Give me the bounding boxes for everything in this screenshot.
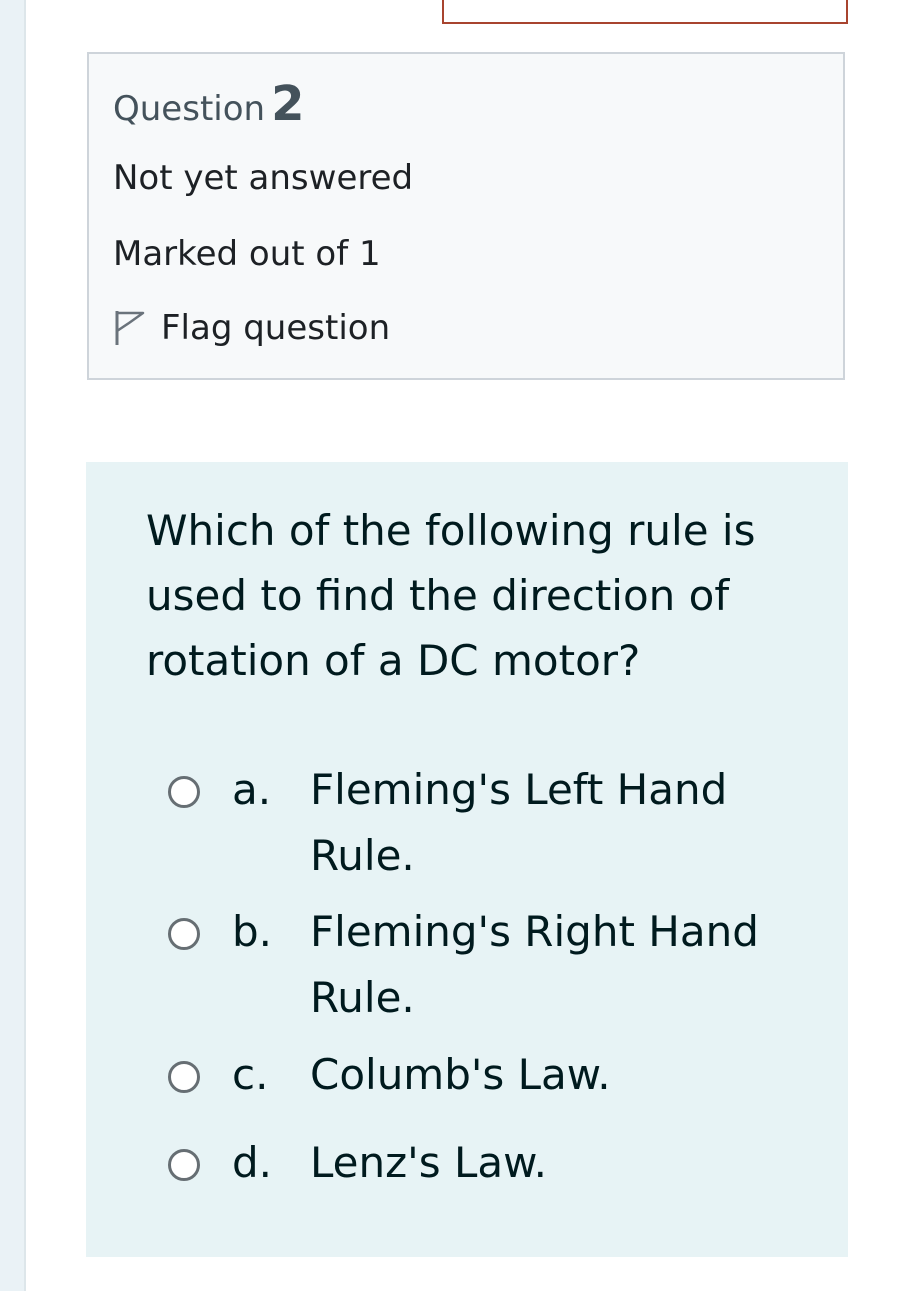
- question-content-panel: Which of the following rule is used to f…: [86, 462, 848, 1257]
- question-label: Question: [113, 89, 266, 129]
- question-grade: Marked out of 1: [113, 234, 381, 274]
- previous-answer-box: [442, 0, 848, 24]
- radio-unchecked-icon[interactable]: [168, 1149, 200, 1181]
- answer-options: a. Fleming's Left Hand Rule. b. Fleming'…: [86, 462, 848, 1257]
- flag-question-label: Flag question: [161, 308, 391, 348]
- answer-option-c[interactable]: c. Columb's Law.: [168, 1042, 828, 1108]
- flag-icon: [113, 309, 145, 347]
- answer-text: Lenz's Law.: [310, 1138, 547, 1187]
- radio-unchecked-icon[interactable]: [168, 776, 200, 808]
- answer-letter: d.: [232, 1138, 273, 1187]
- question-heading: Question 2: [113, 76, 304, 132]
- answer-option-a[interactable]: a. Fleming's Left Hand Rule.: [168, 757, 828, 889]
- question-number: 2: [271, 76, 305, 132]
- answer-letter: a.: [232, 765, 272, 814]
- question-info-panel: Question 2 Not yet answered Marked out of…: [87, 52, 845, 380]
- radio-unchecked-icon[interactable]: [168, 1061, 200, 1093]
- answer-text: Columb's Law.: [310, 1050, 611, 1099]
- answer-letter: c.: [232, 1050, 269, 1099]
- flag-question-button[interactable]: Flag question: [113, 306, 390, 350]
- answer-letter: b.: [232, 907, 273, 956]
- question-state: Not yet answered: [113, 158, 414, 198]
- answer-option-b[interactable]: b. Fleming's Right Hand Rule.: [168, 899, 828, 1031]
- answer-text: Fleming's Right Hand Rule.: [310, 907, 759, 1022]
- radio-unchecked-icon[interactable]: [168, 918, 200, 950]
- left-drawer-strip: [0, 0, 26, 1291]
- answer-option-d[interactable]: d. Lenz's Law.: [168, 1130, 828, 1196]
- answer-text: Fleming's Left Hand Rule.: [310, 765, 728, 880]
